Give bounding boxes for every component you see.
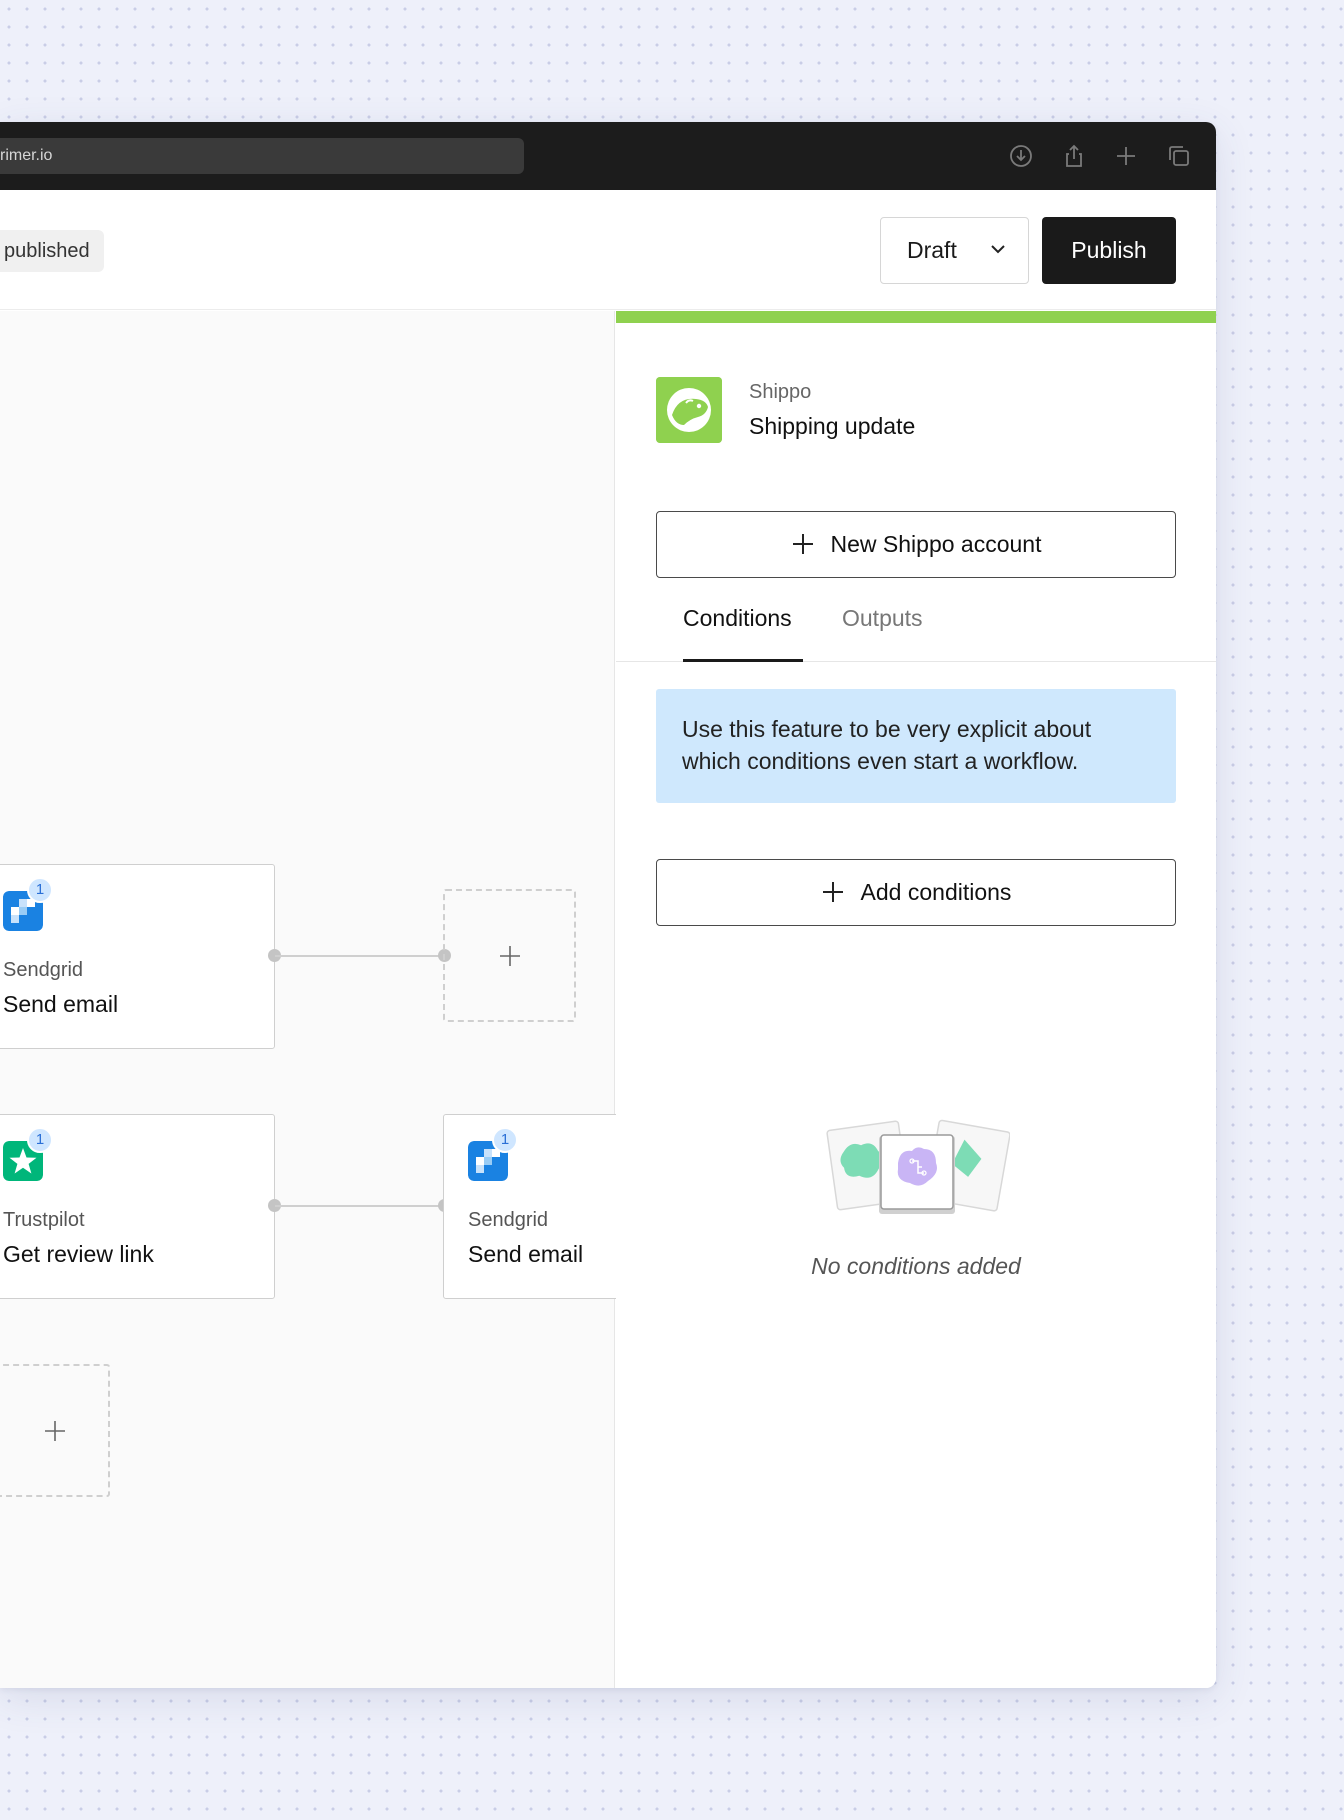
shippo-logo-icon [656, 377, 722, 443]
connector-line [275, 1205, 445, 1207]
step-config-panel: Shippo Shipping update New Shippo accoun… [616, 311, 1216, 1688]
add-conditions-button[interactable]: Add conditions [656, 859, 1176, 926]
publish-button[interactable]: Publish [1042, 217, 1176, 284]
copy-icon[interactable] [1165, 142, 1193, 170]
plus-icon [45, 1420, 65, 1441]
workflow-header: published Draft Publish [0, 190, 1216, 310]
workflow-node-trustpilot[interactable]: 1 Trustpilot Get review link [0, 1114, 275, 1299]
download-icon[interactable] [1007, 142, 1035, 170]
browser-window: rimer.io published Draft Publish 1 Sendg… [0, 122, 1216, 1688]
plus-icon [792, 533, 813, 554]
workflow-node-sendgrid[interactable]: 1 Sendgrid Send email [0, 864, 275, 1049]
node-app-name: Trustpilot [3, 1209, 85, 1231]
node-badge: 1 [27, 1127, 53, 1153]
node-badge: 1 [492, 1127, 518, 1153]
node-action-name: Send email [3, 991, 119, 1017]
node-badge: 1 [27, 877, 53, 903]
panel-app-name: Shippo [749, 381, 812, 403]
add-conditions-label: Add conditions [860, 879, 1012, 905]
status-badge: published [0, 230, 104, 272]
share-icon[interactable] [1060, 142, 1088, 170]
node-action-name: Send email [468, 1241, 584, 1267]
node-app-name: Sendgrid [468, 1209, 549, 1231]
active-tab-indicator [683, 659, 803, 662]
workflow-node-sendgrid[interactable]: 1 Sendgrid Send email [443, 1114, 643, 1299]
plus-icon [822, 881, 843, 902]
chevron-down-icon [991, 245, 1005, 254]
empty-state-illustration-icon [826, 1119, 1010, 1214]
version-select[interactable]: Draft [880, 217, 1029, 284]
node-app-name: Sendgrid [3, 959, 84, 981]
new-shippo-account-button[interactable]: New Shippo account [656, 511, 1176, 578]
panel-tabs: Conditions Outputs [616, 571, 1216, 662]
plus-icon[interactable] [1112, 142, 1140, 170]
tab-conditions[interactable]: Conditions [683, 605, 792, 632]
plus-icon [499, 945, 520, 966]
browser-toolbar: rimer.io [0, 122, 1216, 190]
address-bar[interactable]: rimer.io [0, 138, 524, 174]
new-account-label: New Shippo account [830, 531, 1042, 557]
connector-line [275, 955, 445, 957]
workflow-canvas[interactable]: 1 Sendgrid Send email 1 Trustpilot Get r… [0, 311, 643, 1688]
node-action-name: Get review link [3, 1241, 154, 1267]
add-step-placeholder[interactable] [443, 889, 576, 1022]
add-step-placeholder[interactable] [0, 1364, 110, 1497]
panel-action-name: Shipping update [749, 413, 916, 439]
version-select-label: Draft [907, 237, 957, 263]
empty-state-text: No conditions added [811, 1253, 1021, 1279]
panel-accent-bar [616, 311, 1216, 323]
info-callout: Use this feature to be very explicit abo… [656, 689, 1176, 803]
tab-outputs[interactable]: Outputs [842, 605, 923, 632]
